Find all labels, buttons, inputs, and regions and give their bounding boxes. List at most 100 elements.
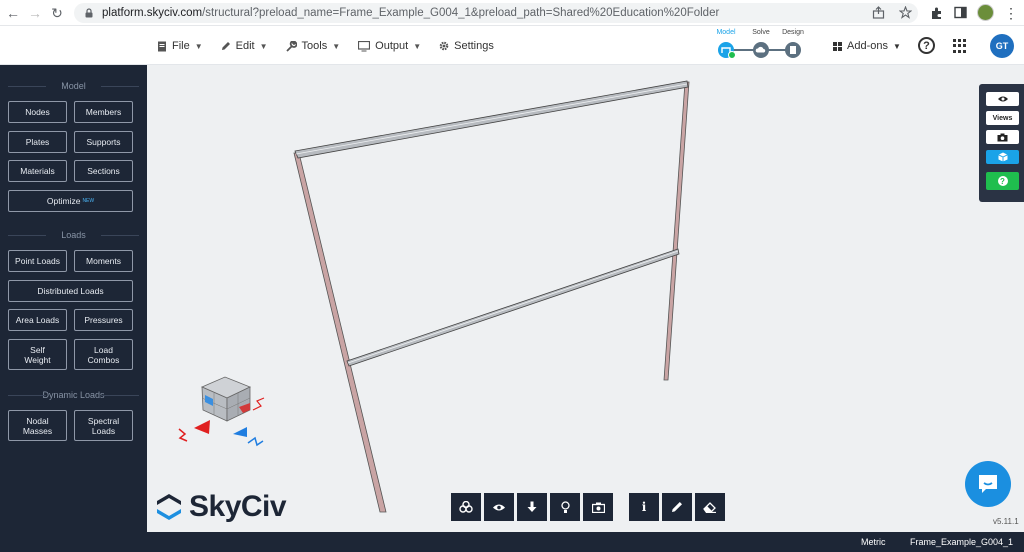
- main-menu: File ▼ Edit ▼ Tools ▼ Output ▼ Settings: [157, 27, 494, 65]
- workflow-model-button[interactable]: [718, 42, 736, 59]
- user-avatar[interactable]: GT: [990, 34, 1014, 58]
- menu-output[interactable]: Output ▼: [358, 40, 421, 52]
- chevron-down-icon: ▼: [259, 41, 268, 51]
- lighting-button[interactable]: [550, 493, 580, 521]
- addons-menu[interactable]: Add-ons ▼: [833, 40, 901, 52]
- frame-model-view[interactable]: [147, 65, 1024, 532]
- chevron-down-icon: ▼: [892, 41, 901, 51]
- moments-button[interactable]: Moments: [74, 250, 133, 272]
- status-bar: Metric Frame_Example_G004_1: [147, 532, 1024, 552]
- capture-button[interactable]: [583, 493, 613, 521]
- side-panel-icon[interactable]: [954, 6, 967, 19]
- arrow-down-icon: [527, 501, 537, 512]
- pencil-icon: [221, 42, 230, 50]
- menu-file[interactable]: File ▼: [157, 40, 203, 52]
- screenshot-button[interactable]: [986, 130, 1019, 144]
- more-menu-icon[interactable]: ⋮: [1004, 6, 1018, 20]
- pressures-button[interactable]: Pressures: [74, 309, 133, 331]
- help-button[interactable]: ?: [918, 37, 935, 54]
- workflow-model-label: Model: [716, 29, 736, 36]
- self-weight-button[interactable]: Self Weight: [8, 339, 67, 370]
- visibility-toggle-button[interactable]: [484, 493, 514, 521]
- distributed-loads-button[interactable]: Distributed Loads: [8, 280, 133, 302]
- nodal-masses-label-2: Masses: [22, 425, 53, 436]
- materials-button[interactable]: Materials: [8, 160, 67, 182]
- load-combos-label-1: Load: [94, 344, 113, 355]
- views-button[interactable]: Views: [986, 111, 1019, 125]
- help-toolbar-button[interactable]: ?: [986, 172, 1019, 190]
- chat-support-button[interactable]: [965, 461, 1011, 507]
- render-settings-button[interactable]: [451, 493, 481, 521]
- eraser-icon: [703, 501, 716, 513]
- file-name-label: Frame_Example_G004_1: [910, 537, 1014, 547]
- document-icon: [790, 46, 796, 54]
- circles-icon: [459, 501, 473, 513]
- bookmark-star-icon[interactable]: [899, 6, 912, 19]
- profile-avatar-icon[interactable]: [977, 4, 994, 21]
- skyciv-mark-icon: [157, 494, 181, 520]
- help-circle-icon: ?: [997, 176, 1008, 186]
- plates-button[interactable]: Plates: [8, 131, 67, 153]
- left-column-member[interactable]: [293, 152, 387, 513]
- eraser-button[interactable]: [695, 493, 725, 521]
- top-beam-member[interactable]: [294, 80, 689, 159]
- info-button[interactable]: i: [629, 493, 659, 521]
- middle-beam-member[interactable]: [346, 248, 680, 367]
- bottom-tools-toolbar: i: [629, 493, 725, 521]
- optimize-button[interactable]: Optimize NEW: [8, 190, 133, 212]
- nodal-masses-button[interactable]: Nodal Masses: [8, 410, 67, 441]
- area-loads-button[interactable]: Area Loads: [8, 309, 67, 331]
- loads-section-title: Loads: [0, 230, 147, 240]
- spectral-loads-label-2: Loads: [91, 425, 116, 436]
- optimize-label: Optimize: [46, 196, 81, 206]
- camera-icon: [591, 502, 605, 513]
- menu-edit[interactable]: Edit ▼: [221, 40, 268, 52]
- eye-icon: [493, 504, 505, 510]
- chat-bubble-icon: [979, 475, 997, 493]
- draw-button[interactable]: [662, 493, 692, 521]
- forward-icon[interactable]: →: [24, 2, 46, 24]
- lightbulb-icon: [560, 500, 570, 513]
- extensions-icon[interactable]: [930, 6, 944, 20]
- sections-button[interactable]: Sections: [74, 160, 133, 182]
- back-icon[interactable]: ←: [2, 2, 24, 24]
- menu-settings[interactable]: Settings: [439, 40, 494, 52]
- 3d-view-button[interactable]: [986, 150, 1019, 164]
- load-combos-button[interactable]: Load Combos: [74, 339, 133, 370]
- pencil-icon: [672, 502, 682, 512]
- url-host: platform.skyciv.com: [102, 7, 203, 19]
- gear-icon: [439, 41, 449, 51]
- apps-grid-icon[interactable]: [953, 39, 967, 53]
- menu-tools[interactable]: Tools ▼: [285, 40, 340, 52]
- left-sidebar: Model Nodes Members Plates Supports Mate…: [0, 65, 147, 552]
- version-label: v5.11.1: [993, 517, 1019, 526]
- members-button[interactable]: Members: [74, 101, 133, 123]
- visibility-button[interactable]: [986, 92, 1019, 106]
- share-icon[interactable]: [872, 6, 885, 19]
- right-column-member[interactable]: [663, 81, 690, 381]
- address-bar[interactable]: platform.skyciv.com/structural?preload_n…: [74, 3, 918, 23]
- nodes-button[interactable]: Nodes: [8, 101, 67, 123]
- bottom-view-toolbar: [451, 493, 613, 521]
- workflow-design-button[interactable]: [785, 42, 801, 58]
- workflow-design-label: Design: [782, 29, 804, 36]
- self-weight-label-1: Self: [30, 344, 45, 355]
- load-combos-label-2: Combos: [87, 354, 120, 365]
- right-toolbar: Views ?: [979, 84, 1024, 202]
- reload-icon[interactable]: ↻: [46, 2, 68, 24]
- file-icon: [158, 41, 166, 51]
- addons-label: Add-ons: [847, 40, 888, 52]
- cube-icon: [997, 152, 1008, 162]
- units-label[interactable]: Metric: [861, 537, 886, 547]
- workflow-solve-button[interactable]: [753, 42, 769, 58]
- menu-settings-label: Settings: [454, 40, 494, 52]
- supports-button[interactable]: Supports: [74, 131, 133, 153]
- url-path: /structural?preload_name=Frame_Example_G…: [202, 7, 720, 19]
- point-loads-button[interactable]: Point Loads: [8, 250, 67, 272]
- eye-icon: [997, 96, 1008, 102]
- spectral-loads-button[interactable]: Spectral Loads: [74, 410, 133, 441]
- model-canvas[interactable]: SkyCiv: [147, 65, 1024, 532]
- view-cube-icon[interactable]: [178, 376, 265, 447]
- browser-toolbar: ← → ↻ platform.skyciv.com/structural?pre…: [0, 0, 1024, 26]
- loads-toggle-button[interactable]: [517, 493, 547, 521]
